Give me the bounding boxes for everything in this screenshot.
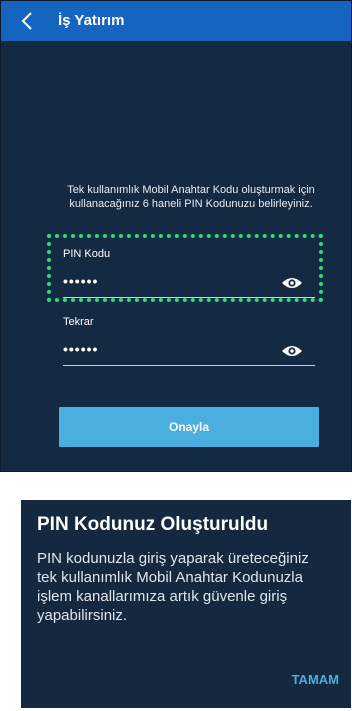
repeat-pin-field[interactable]: •••••• xyxy=(63,341,98,357)
pin-setup-screen: İş Yatırım Tek kullanımlık Mobil Anahtar… xyxy=(0,0,352,472)
dialog-message: PIN kodunuzla giriş yaparak üreteceğiniz… xyxy=(37,550,309,624)
pin-field-highlight xyxy=(47,234,323,302)
confirm-button[interactable]: Onayla xyxy=(59,407,319,447)
app-bar: İş Yatırım xyxy=(1,1,351,41)
app-title: İş Yatırım xyxy=(58,12,125,29)
repeat-field-underline xyxy=(63,365,315,366)
dialog-title: PIN Kodunuz Oluşturuldu xyxy=(37,514,269,535)
eye-icon[interactable] xyxy=(281,344,303,358)
pin-info-text: Tek kullanımlık Mobil Anahtar Kodu oluşt… xyxy=(67,184,315,210)
chevron-left-icon[interactable] xyxy=(17,10,39,32)
repeat-field-label: Tekrar xyxy=(63,316,94,328)
ok-button[interactable]: TAMAM xyxy=(292,672,339,687)
pin-created-dialog: PIN Kodunuz Oluşturuldu PIN kodunuzla gi… xyxy=(21,500,351,708)
